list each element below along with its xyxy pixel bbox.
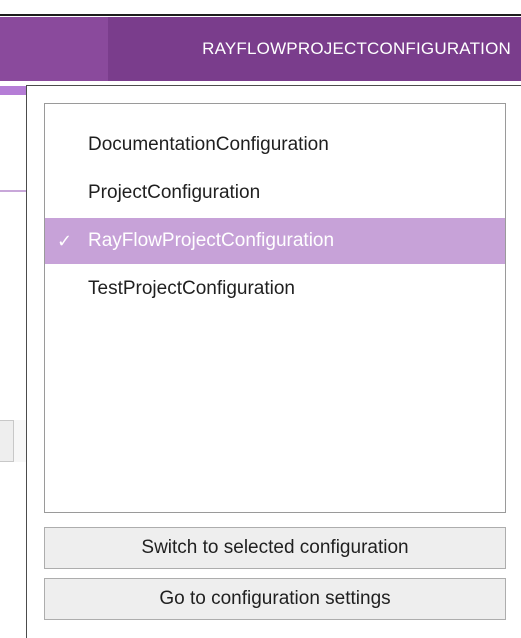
list-item-label: ProjectConfiguration [88, 182, 261, 203]
configuration-selector-label: RAYFLOWPROJECTCONFIGURATION [202, 39, 511, 58]
configuration-settings-label: Go to configuration settings [159, 588, 391, 609]
checkmark-icon: ✓ [57, 230, 73, 251]
list-item-label: DocumentationConfiguration [88, 134, 329, 155]
window-top-border [0, 14, 521, 16]
configuration-settings-button[interactable]: Go to configuration settings [44, 578, 506, 620]
background-accent-bar [0, 86, 26, 95]
configuration-list[interactable]: DocumentationConfiguration ProjectConfig… [44, 103, 506, 513]
switch-configuration-button[interactable]: Switch to selected configuration [44, 527, 506, 569]
configuration-popup: DocumentationConfiguration ProjectConfig… [26, 85, 521, 638]
list-item-project-configuration[interactable]: ProjectConfiguration [45, 170, 505, 216]
configuration-selector-tab[interactable]: RAYFLOWPROJECTCONFIGURATION [108, 17, 521, 81]
list-item-documentation-configuration[interactable]: DocumentationConfiguration [45, 122, 505, 168]
list-item-label: TestProjectConfiguration [88, 278, 295, 299]
background-button-shadow [14, 420, 26, 462]
list-item-rayflow-project-configuration[interactable]: ✓ RayFlowProjectConfiguration [45, 218, 505, 264]
list-item-label: RayFlowProjectConfiguration [88, 230, 335, 251]
background-button-edge [0, 420, 14, 462]
switch-configuration-label: Switch to selected configuration [141, 537, 409, 558]
list-item-test-project-configuration[interactable]: TestProjectConfiguration [45, 266, 505, 312]
background-divider [0, 190, 26, 192]
